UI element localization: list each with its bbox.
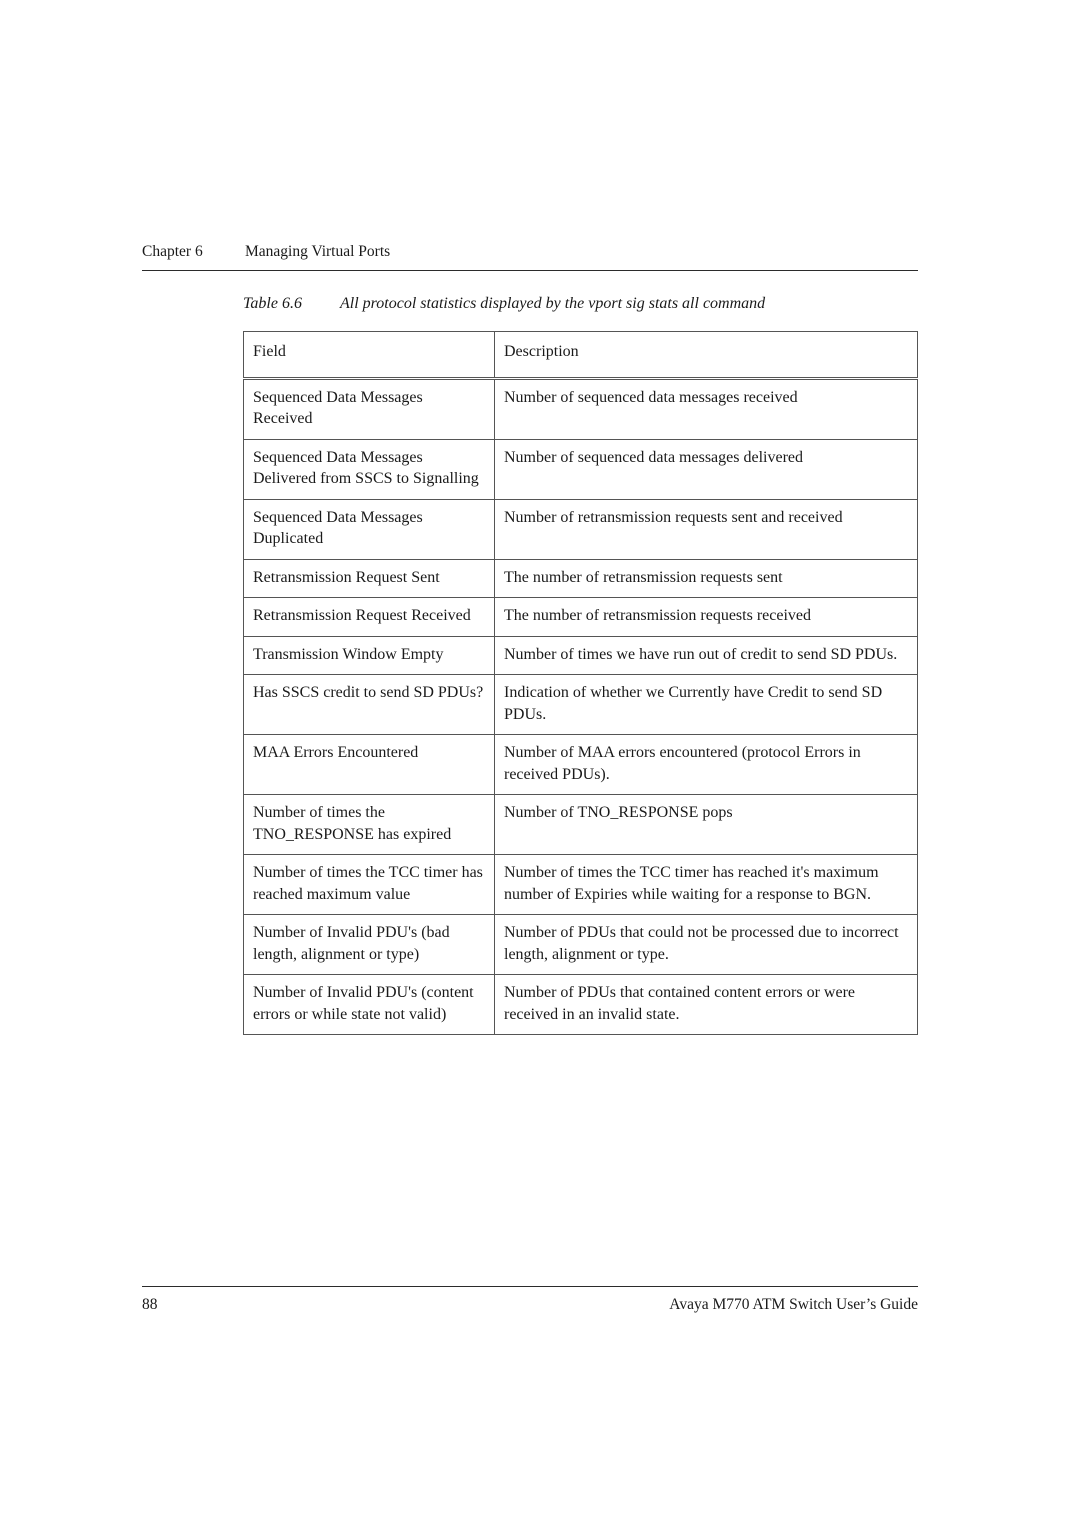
cell-field: Sequenced Data Messages Duplicated xyxy=(243,498,495,560)
table-row: Retransmission Request Received The numbe… xyxy=(243,597,918,637)
cell-field: Sequenced Data Messages Delivered from S… xyxy=(243,438,495,500)
table-caption-number: Table 6.6 xyxy=(243,295,302,312)
footer-rule xyxy=(142,1286,918,1287)
cell-description: Indication of whether we Currently have … xyxy=(494,674,918,735)
cell-field: MAA Errors Encountered xyxy=(243,734,495,795)
cell-field: Retransmission Request Sent xyxy=(243,558,495,598)
table-body: Sequenced Data Messages Received Number o… xyxy=(243,376,918,1035)
table-row: MAA Errors Encountered Number of MAA erro… xyxy=(243,734,918,795)
table-row: Retransmission Request Sent The number of… xyxy=(243,558,918,598)
protocol-statistics-table: Field Description Sequenced Data Message… xyxy=(243,331,918,1035)
document-page: Chapter 6 Managing Virtual Ports Table 6.… xyxy=(0,0,1080,1528)
cell-description: Number of PDUs that contained content er… xyxy=(494,974,918,1035)
cell-description: Number of sequenced data messages receiv… xyxy=(494,376,918,440)
table-caption: Table 6.6 All protocol statistics display… xyxy=(243,294,943,314)
table-row: Sequenced Data Messages Duplicated Number… xyxy=(243,498,918,560)
cell-field: Number of Invalid PDU's (content errors … xyxy=(243,974,495,1035)
table-row: Number of Invalid PDU's (bad length, ali… xyxy=(243,914,918,975)
cell-description: Number of PDUs that could not be process… xyxy=(494,914,918,975)
footer-book-title: Avaya M770 ATM Switch User’s Guide xyxy=(669,1296,918,1313)
column-header-description: Description xyxy=(494,331,918,379)
table-row: Transmission Window Empty Number of times… xyxy=(243,635,918,675)
table-row: Number of times the TNO_RESPONSE has exp… xyxy=(243,794,918,855)
table-row: Has SSCS credit to send SD PDUs? Indicati… xyxy=(243,674,918,735)
cell-field: Number of Invalid PDU's (bad length, ali… xyxy=(243,914,495,975)
column-header-field: Field xyxy=(243,331,495,379)
cell-field: Transmission Window Empty xyxy=(243,635,495,675)
cell-field: Has SSCS credit to send SD PDUs? xyxy=(243,674,495,735)
cell-description: The number of retransmission requests re… xyxy=(494,597,918,637)
table-caption-text: All protocol statistics displayed by the… xyxy=(340,295,766,312)
running-head: Chapter 6 Managing Virtual Ports xyxy=(142,242,918,262)
cell-description: Number of TNO_RESPONSE pops xyxy=(494,794,918,855)
footer-page-number: 88 xyxy=(142,1296,158,1313)
cell-field: Retransmission Request Received xyxy=(243,597,495,637)
cell-description: Number of times we have run out of credi… xyxy=(494,635,918,675)
cell-description: Number of sequenced data messages delive… xyxy=(494,438,918,500)
table-head: Field Description xyxy=(243,331,918,379)
cell-field: Sequenced Data Messages Received xyxy=(243,376,495,440)
table-row: Number of Invalid PDU's (content errors … xyxy=(243,974,918,1035)
cell-description: Number of MAA errors encountered (protoc… xyxy=(494,734,918,795)
table-row: Number of times the TCC timer has reache… xyxy=(243,854,918,915)
running-head-chapter-title: Managing Virtual Ports xyxy=(245,243,391,260)
table-header-row: Field Description xyxy=(243,331,918,379)
header-rule xyxy=(142,270,918,271)
table-row: Sequenced Data Messages Delivered from S… xyxy=(243,438,918,500)
cell-field: Number of times the TCC timer has reache… xyxy=(243,854,495,915)
cell-description: The number of retransmission requests se… xyxy=(494,558,918,598)
running-head-chapter-label: Chapter 6 xyxy=(142,243,203,260)
cell-description: Number of retransmission requests sent a… xyxy=(494,498,918,560)
cell-description: Number of times the TCC timer has reache… xyxy=(494,854,918,915)
table-row: Sequenced Data Messages Received Number o… xyxy=(243,376,918,440)
cell-field: Number of times the TNO_RESPONSE has exp… xyxy=(243,794,495,855)
